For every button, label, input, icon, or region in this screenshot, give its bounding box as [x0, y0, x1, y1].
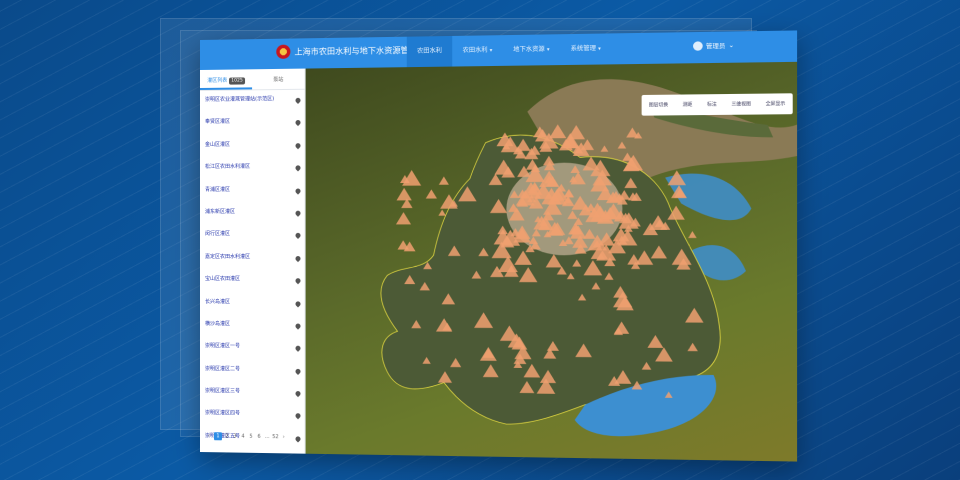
user-menu[interactable]: 管理员 ⌄ [693, 41, 734, 51]
location-pin-icon[interactable] [294, 97, 301, 104]
page-button[interactable]: 1 [214, 432, 222, 440]
tab-label: 灌区列表 [207, 78, 227, 84]
chevron-down-icon: ⌄ [729, 42, 734, 49]
list-item[interactable]: 闵行区灌区 [200, 229, 305, 252]
location-pin-icon[interactable] [294, 300, 301, 307]
list-item-label: 宝山区农田灌区 [205, 276, 240, 282]
nav-item[interactable]: 地下水资源 ▾ [503, 34, 560, 66]
page-button[interactable]: 3 [232, 432, 238, 440]
map-tool-button[interactable]: 全屏显示 [766, 101, 786, 107]
location-pin-icon[interactable] [294, 345, 301, 352]
irrigation-marker[interactable] [438, 210, 445, 216]
list-item-label: 崇明区灌区四号 [205, 411, 240, 417]
list-item-label: 奉贤区灌区 [205, 119, 230, 125]
pagination: ‹ 1 2 3 4 5 6... 52 › [206, 432, 287, 441]
list-item-label: 青浦区灌区 [205, 186, 230, 192]
map-tool-button[interactable]: 测距 [683, 102, 693, 108]
avatar [693, 41, 703, 50]
nav-label: 系统管理 [571, 45, 596, 53]
irrigation-marker[interactable] [426, 189, 437, 198]
location-pin-icon[interactable] [294, 368, 301, 375]
irrigation-marker[interactable] [439, 176, 449, 184]
nav-item[interactable]: 系统管理 ▾ [560, 33, 611, 65]
tab-label: 泵站 [273, 77, 283, 83]
page-button[interactable]: 5 [248, 433, 254, 441]
tab-pump-station[interactable]: 泵站 [252, 71, 305, 90]
nav-item[interactable]: 农田水利 ▾ [452, 35, 503, 66]
irrigation-marker[interactable] [688, 231, 696, 238]
irrigation-list: 崇明区农业灌溉管理站(示范区) 奉贤区灌区金山区灌区松江区农田水利灌区 青浦区灌区浦… [200, 90, 305, 455]
main-nav: 农田水利 农田水利 ▾ 地下水资源 ▾ 系统管理 ▾ [407, 33, 612, 67]
list-item[interactable]: 青浦区灌区 [200, 184, 305, 207]
app-window: 上海市农田水利与地下水资源管理平台 农田水利 农田水利 ▾ 地下水资源 ▾ 系统管理 ▾ 管… [200, 30, 797, 461]
map-view[interactable]: 图层切换 测距 标注 三维视图 全屏显示 [306, 62, 797, 462]
list-item[interactable]: 崇明区灌区四号 [200, 408, 305, 432]
list-item[interactable]: 奉贤区灌区 [200, 116, 305, 139]
nav-label: 农田水利 [417, 47, 442, 54]
count-badge: 1025 [229, 77, 245, 84]
location-pin-icon[interactable] [294, 232, 301, 239]
location-pin-icon[interactable] [294, 210, 301, 217]
list-item[interactable]: 崇明区灌区三号 [200, 386, 305, 410]
list-item-label: 松江区农田水利灌区 [205, 164, 250, 170]
location-pin-icon[interactable] [294, 255, 301, 262]
list-item[interactable]: 崇明区灌区二号 [200, 364, 305, 388]
list-item[interactable]: 崇明区农业灌溉管理站(示范区) [200, 94, 305, 118]
map-tool-button[interactable]: 标注 [707, 101, 717, 107]
page-button[interactable]: 6 [256, 433, 262, 441]
list-item[interactable]: 横沙岛灌区 [200, 319, 305, 342]
list-item[interactable]: 宝山区农田灌区 [200, 274, 305, 297]
satellite-map[interactable] [306, 62, 797, 462]
location-pin-icon[interactable] [294, 390, 301, 397]
prev-page-button[interactable]: ‹ [206, 432, 212, 440]
sidebar-tabs: 灌区列表 1025 泵站 [200, 71, 305, 91]
page-button[interactable]: 2 [224, 432, 230, 440]
irrigation-marker[interactable] [396, 212, 411, 224]
user-name: 管理员 [706, 41, 725, 51]
list-item-label: 浦东新区灌区 [205, 209, 235, 215]
list-item-label: 崇明区灌区二号 [205, 366, 240, 372]
map-toolbar: 图层切换 测距 标注 三维视图 全屏显示 [642, 93, 793, 115]
list-item-label: 长兴岛灌区 [205, 299, 230, 305]
list-item-label: 闵行区灌区 [205, 231, 230, 237]
map-tool-button[interactable]: 图层切换 [649, 102, 668, 108]
list-item[interactable]: 浦东新区灌区 [200, 207, 305, 230]
list-item-label: 崇明区农业灌溉管理站(示范区) [205, 96, 274, 103]
list-item-label: 金山区灌区 [205, 142, 230, 148]
list-item[interactable]: 崇明区灌区一号 [200, 341, 305, 364]
next-page-button[interactable]: › [281, 433, 287, 441]
list-item[interactable]: 长兴岛灌区 [200, 297, 305, 320]
irrigation-marker[interactable] [398, 240, 409, 249]
nav-item[interactable]: 农田水利 [407, 36, 452, 69]
list-item[interactable]: 嘉定区农田水利灌区 [200, 252, 305, 275]
chevron-down-icon: ▾ [490, 48, 493, 54]
tab-irrigation-list[interactable]: 灌区列表 1025 [200, 71, 252, 90]
location-pin-icon[interactable] [294, 322, 301, 329]
chevron-down-icon: ▾ [598, 46, 601, 52]
nav-label: 农田水利 [463, 47, 488, 55]
emblem-icon [276, 45, 290, 59]
location-pin-icon[interactable] [294, 187, 301, 194]
location-pin-icon[interactable] [294, 165, 301, 172]
list-item[interactable]: 金山区灌区 [200, 139, 305, 162]
sidebar: 灌区列表 1025 泵站 崇明区农业灌溉管理站(示范区) 奉贤区灌区金山区灌区松江区… [200, 69, 306, 454]
map-tool-button[interactable]: 三维视图 [731, 101, 750, 107]
list-item-label: 崇明区灌区一号 [205, 343, 240, 349]
location-pin-icon[interactable] [294, 119, 301, 126]
list-item-label: 横沙岛灌区 [205, 321, 230, 327]
list-item[interactable]: 松江区农田水利灌区 [200, 161, 305, 184]
page-button[interactable]: 52 [272, 433, 278, 441]
location-pin-icon[interactable] [294, 277, 301, 284]
page-ellipsis[interactable]: ... [264, 433, 270, 441]
location-pin-icon[interactable] [294, 413, 301, 420]
irrigation-marker[interactable] [397, 188, 412, 201]
list-item-label: 崇明区灌区三号 [205, 388, 240, 394]
page-button[interactable]: 4 [240, 433, 246, 441]
chevron-down-icon: ▾ [547, 47, 550, 53]
location-pin-icon[interactable] [294, 435, 301, 442]
list-item-label: 嘉定区农田水利灌区 [205, 254, 250, 260]
location-pin-icon[interactable] [294, 142, 301, 149]
nav-label: 地下水资源 [513, 46, 544, 54]
